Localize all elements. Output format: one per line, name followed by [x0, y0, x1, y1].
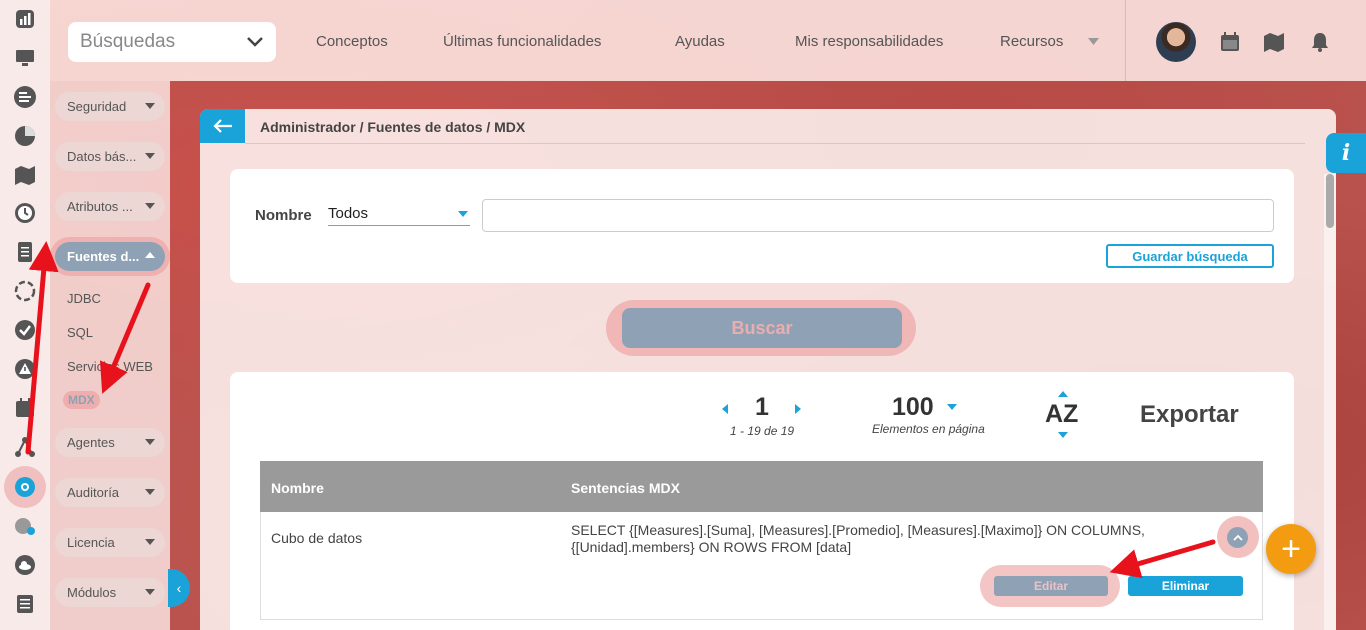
bell-icon[interactable] [1310, 32, 1330, 52]
scrollbar[interactable] [1324, 174, 1336, 630]
sidebar-group-agentes[interactable]: Agentes [55, 428, 165, 457]
map-icon[interactable] [11, 161, 39, 189]
refresh-icon[interactable] [11, 277, 39, 305]
caret-down-icon [145, 103, 155, 109]
sidebar-group-datos-basicos[interactable]: Datos bás... [55, 142, 165, 171]
nav-conceptos[interactable]: Conceptos [316, 33, 388, 50]
caret-down-icon[interactable] [947, 404, 957, 410]
table-header [260, 461, 1263, 512]
nav-recursos[interactable]: Recursos [1000, 33, 1063, 50]
chevron-left-icon: ‹ [176, 580, 182, 596]
sidebar-item-mdx[interactable]: MDX [63, 391, 100, 409]
caret-down-icon [145, 539, 155, 545]
filter-select-value: Todos [328, 205, 369, 222]
sidebar-item-jdbc[interactable]: JDBC [67, 291, 101, 306]
scrollbar-thumb[interactable] [1326, 174, 1334, 228]
back-button[interactable] [200, 109, 245, 143]
per-page-value[interactable]: 100 [892, 393, 934, 422]
document-icon[interactable] [11, 238, 39, 266]
caret-down-icon [145, 489, 155, 495]
column-header-sentencias[interactable]: Sentencias MDX [571, 480, 680, 496]
caret-down-icon [145, 203, 155, 209]
calendar-icon[interactable] [1220, 32, 1240, 52]
nav-ultimas-funcionalidades[interactable]: Últimas funcionalidades [443, 33, 601, 50]
filter-text-input[interactable] [482, 199, 1274, 232]
nav-mis-responsabilidades[interactable]: Mis responsabilidades [795, 33, 943, 50]
list-icon[interactable] [11, 590, 39, 618]
users-icon[interactable] [11, 512, 39, 540]
recursos-caret-icon[interactable] [1088, 38, 1099, 45]
caret-up-icon [145, 252, 155, 258]
caret-down-icon [458, 211, 468, 217]
page-range: 1 - 19 de 19 [730, 424, 795, 438]
search-button[interactable]: Buscar [622, 308, 902, 348]
calendar-icon[interactable] [11, 394, 39, 422]
sidebar-group-label: Fuentes d... [67, 249, 140, 264]
sidebar-group-label: Módulos [67, 585, 117, 600]
settings-icon[interactable] [11, 473, 39, 501]
sort-button[interactable]: AZ [1045, 400, 1078, 429]
avatar[interactable] [1156, 22, 1196, 62]
sidebar-item-sql[interactable]: SQL [67, 325, 93, 340]
arrow-left-icon [212, 119, 232, 133]
filter-field-select[interactable]: Todos [328, 205, 470, 226]
row-name: Cubo de datos [271, 530, 363, 546]
caret-down-icon [145, 589, 155, 595]
per-page-label: Elementos en página [872, 422, 985, 436]
sidebar-group-label: Seguridad [67, 99, 127, 114]
delete-button[interactable]: Eliminar [1128, 576, 1243, 596]
chevron-down-icon [247, 37, 263, 47]
collapse-sidebar-button[interactable]: ‹ [168, 569, 190, 607]
sidebar-group-fuentes-de-datos[interactable]: Fuentes d... [55, 242, 165, 271]
filter-label: Nombre [255, 207, 312, 224]
clock-icon[interactable] [11, 199, 39, 227]
chevron-up-icon [1232, 534, 1243, 541]
sort-down-icon[interactable] [1058, 432, 1068, 438]
info-icon[interactable]: i [1326, 133, 1366, 173]
check-circle-icon[interactable] [11, 316, 39, 344]
sidebar-group-modulos[interactable]: Módulos [55, 578, 165, 607]
edit-button[interactable]: Editar [994, 576, 1108, 596]
search-dropdown[interactable]: Búsquedas [68, 22, 276, 62]
caret-down-icon [145, 153, 155, 159]
icon-rail [0, 0, 50, 630]
map-icon[interactable] [1263, 32, 1285, 52]
sidebar-group-label: Atributos ... [67, 199, 133, 214]
add-button[interactable]: + [1266, 524, 1316, 574]
sidebar-group-licencia[interactable]: Licencia [55, 528, 165, 557]
caret-down-icon [145, 439, 155, 445]
column-header-nombre[interactable]: Nombre [271, 480, 324, 496]
sidebar-group-label: Auditoría [67, 485, 120, 500]
nav-ayudas[interactable]: Ayudas [675, 33, 725, 50]
save-search-button[interactable]: Guardar búsqueda [1106, 244, 1274, 268]
sort-up-icon[interactable] [1058, 391, 1068, 397]
breadcrumb-divider [245, 143, 1305, 144]
export-button[interactable]: Exportar [1140, 401, 1239, 429]
network-icon[interactable] [11, 433, 39, 461]
breadcrumb: Administrador / Fuentes de datos / MDX [260, 119, 526, 135]
next-page-icon[interactable] [795, 404, 801, 414]
bar-chart-icon[interactable] [11, 5, 39, 33]
sidebar-group-label: Agentes [67, 435, 115, 450]
sidebar-group-auditoria[interactable]: Auditoría [55, 478, 165, 507]
cloud-icon[interactable] [11, 551, 39, 579]
collapse-row-button[interactable] [1227, 527, 1248, 548]
sidebar-group-label: Licencia [67, 535, 115, 550]
sidebar-item-servicios-web[interactable]: Servicios WEB [67, 359, 153, 374]
topbar-divider [1125, 0, 1126, 81]
align-icon[interactable] [11, 83, 39, 111]
current-page: 1 [755, 393, 769, 421]
sidebar-group-atributos[interactable]: Atributos ... [55, 192, 165, 221]
sidebar-group-label: Datos bás... [67, 149, 137, 164]
search-dropdown-label: Búsquedas [80, 31, 176, 52]
pie-chart-icon[interactable] [11, 122, 39, 150]
warning-icon[interactable] [11, 355, 39, 383]
monitor-icon[interactable] [11, 44, 39, 72]
sidebar-group-seguridad[interactable]: Seguridad [55, 92, 165, 121]
row-mdx: SELECT {[Measures].[Suma], [Measures].[P… [571, 522, 1145, 555]
prev-page-icon[interactable] [722, 404, 728, 414]
